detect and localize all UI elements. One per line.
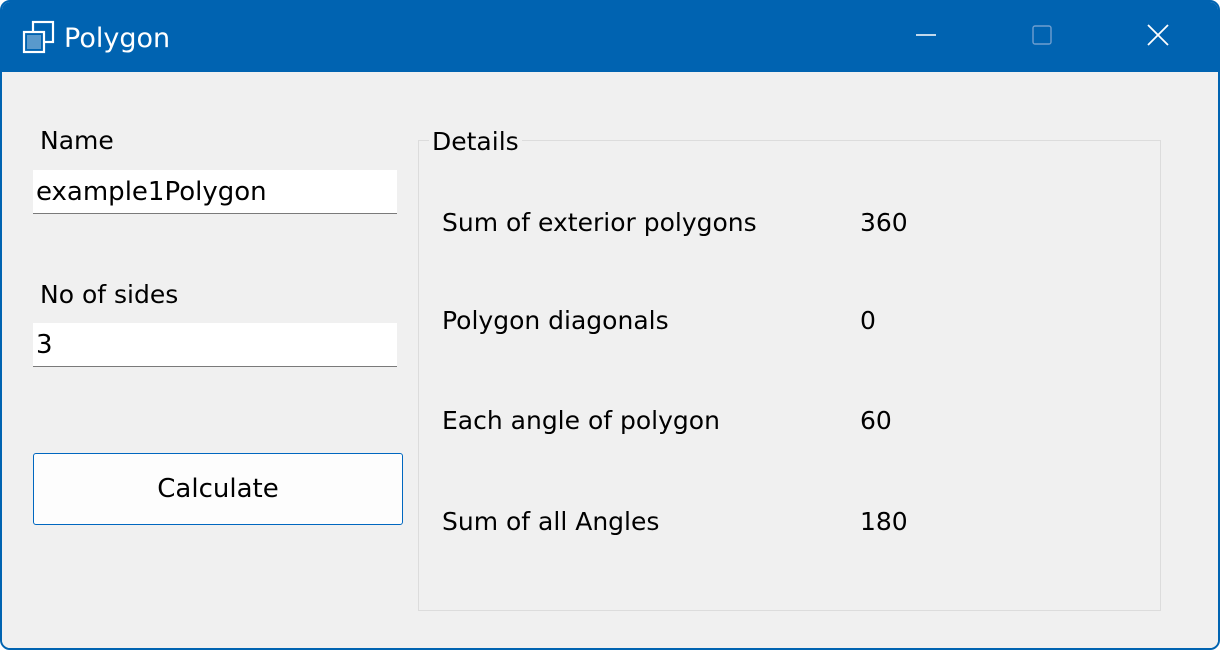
minimize-button[interactable] bbox=[868, 2, 984, 72]
title-bar[interactable]: Polygon bbox=[2, 2, 1218, 72]
name-label: Name bbox=[40, 126, 114, 155]
sides-label: No of sides bbox=[40, 280, 179, 309]
angles-sum-label: Sum of all Angles bbox=[442, 507, 660, 536]
maximize-button[interactable] bbox=[984, 2, 1100, 72]
window-title: Polygon bbox=[64, 23, 171, 54]
maximize-icon bbox=[1031, 24, 1053, 50]
minimize-icon bbox=[915, 24, 937, 50]
each-angle-label: Each angle of polygon bbox=[442, 406, 720, 435]
each-angle-value: 60 bbox=[860, 406, 892, 435]
diagonals-value: 0 bbox=[860, 306, 876, 335]
exterior-sum-label: Sum of exterior polygons bbox=[442, 208, 757, 237]
name-input[interactable]: example1Polygon bbox=[33, 170, 397, 214]
form-content: Name example1Polygon No of sides 3 Calcu… bbox=[2, 72, 1218, 648]
polygon-app-icon bbox=[21, 20, 57, 54]
calculate-button[interactable]: Calculate bbox=[33, 453, 403, 525]
close-button[interactable] bbox=[1100, 2, 1216, 72]
sides-input[interactable]: 3 bbox=[33, 323, 397, 367]
exterior-sum-value: 360 bbox=[860, 208, 908, 237]
details-title: Details bbox=[429, 126, 522, 158]
angles-sum-value: 180 bbox=[860, 507, 908, 536]
diagonals-label: Polygon diagonals bbox=[442, 306, 669, 335]
polygon-window: Polygon Name example1Polygon No of sides… bbox=[0, 0, 1220, 650]
close-icon bbox=[1146, 23, 1170, 51]
